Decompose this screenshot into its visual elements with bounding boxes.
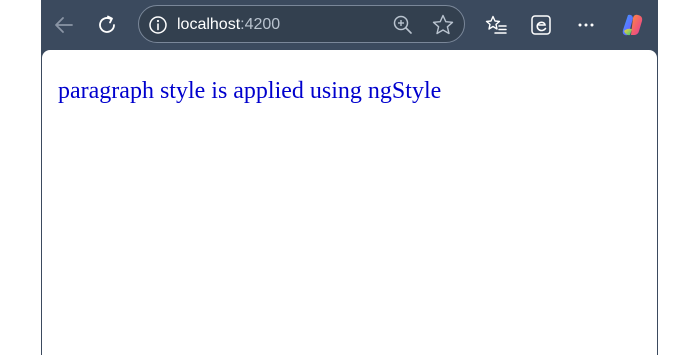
browser-essentials-button[interactable] <box>526 10 556 40</box>
favorites-list-icon <box>485 15 507 34</box>
url-host: localhost <box>177 16 241 33</box>
favorites-button[interactable] <box>481 10 511 40</box>
copilot-button[interactable] <box>618 10 648 40</box>
more-icon <box>578 23 594 27</box>
browser-toolbar: localhost:4200 <box>41 0 658 50</box>
info-icon[interactable] <box>148 15 168 35</box>
styled-paragraph: paragraph style is applied using ngStyle <box>58 78 442 104</box>
star-icon[interactable] <box>431 13 455 37</box>
browser-window: localhost:4200 paragraph style is applie… <box>41 0 658 355</box>
zoom-in-icon[interactable] <box>392 14 414 36</box>
back-arrow-icon <box>55 17 73 33</box>
back-button[interactable] <box>49 10 79 40</box>
page-content: paragraph style is applied using ngStyle <box>42 50 657 355</box>
more-button[interactable] <box>571 10 601 40</box>
copilot-icon <box>622 14 643 36</box>
url-port: :4200 <box>240 16 281 33</box>
refresh-icon <box>99 15 115 33</box>
address-bar[interactable]: localhost:4200 <box>138 5 465 43</box>
refresh-button[interactable] <box>92 10 122 40</box>
url-text[interactable]: localhost:4200 <box>177 15 280 35</box>
edge-icon <box>531 15 551 35</box>
